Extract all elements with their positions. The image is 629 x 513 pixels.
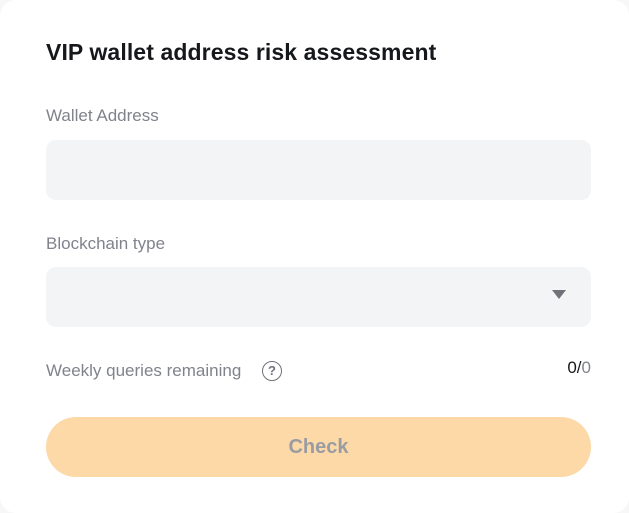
question-circle-icon[interactable]: ?: [262, 361, 282, 381]
caret-down-icon: [552, 290, 566, 299]
queries-total: 0: [581, 358, 591, 377]
blockchain-type-select[interactable]: [46, 267, 591, 327]
queries-used: 0: [567, 358, 577, 377]
blockchain-type-label: Blockchain type: [46, 234, 166, 253]
weekly-queries-count: 0/0: [567, 358, 591, 378]
wallet-address-input[interactable]: [46, 140, 591, 200]
card-title: VIP wallet address risk assessment: [46, 39, 437, 65]
check-button[interactable]: Check: [46, 417, 591, 477]
weekly-queries-label: Weekly queries remaining: [46, 361, 242, 380]
risk-assessment-card: VIP wallet address risk assessment Walle…: [0, 0, 629, 513]
wallet-address-label: Wallet Address: [46, 106, 159, 125]
